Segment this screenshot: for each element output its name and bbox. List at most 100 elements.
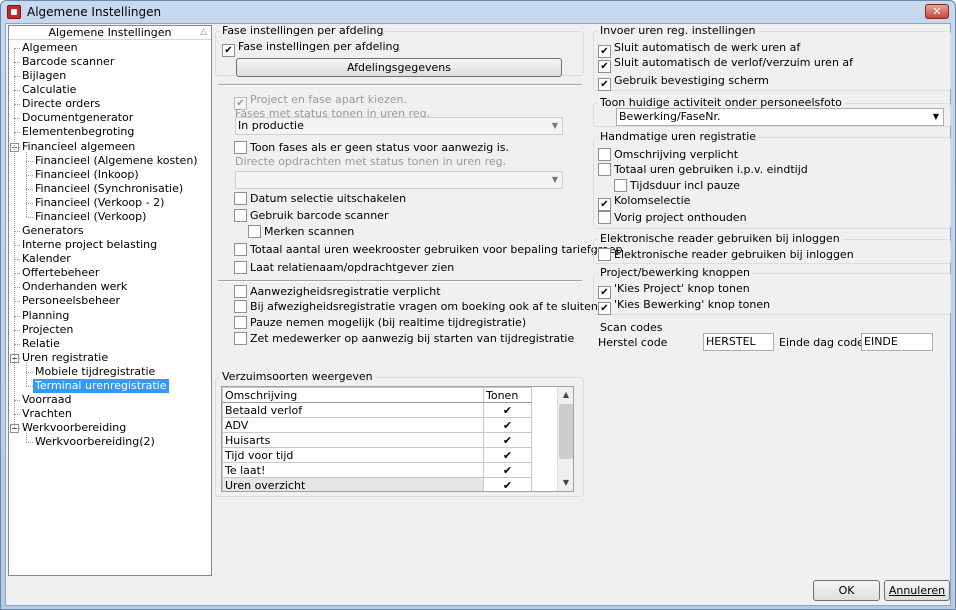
tree-item-label: Vrachten [22,407,72,421]
close-button[interactable]: ✕ [925,4,949,19]
fase-per-afdeling-checkbox[interactable]: ✔ Fase instellingen per afdeling [222,40,400,57]
verzuim-name-cell[interactable]: Huisarts [222,432,484,448]
reader-checkbox[interactable]: Elektronische reader gebruiken bij inlog… [598,248,854,262]
annuleren-button[interactable]: Annuleren [884,580,950,601]
ok-button[interactable]: OK [813,580,880,601]
tree-header[interactable]: Algemene Instellingen △ [9,26,211,40]
scroll-thumb[interactable] [559,404,573,459]
tree-item[interactable]: Relatie [20,337,62,351]
tree-item[interactable]: Financieel (Verkoop) [33,210,148,224]
tree-item[interactable]: Financieel (Synchronisatie) [33,182,185,196]
table-row[interactable]: Te laat! ✔ [222,462,532,478]
sluit-verlof-label: Sluit automatisch de verlof/verzuim uren… [614,56,854,69]
aanwezig-verplicht-box [234,285,247,298]
tree-item[interactable]: Documentgenerator [20,111,135,125]
herstel-code-input[interactable]: HERSTEL [703,333,774,351]
scroll-up-icon[interactable]: ▲ [558,387,573,403]
fase-per-afdeling-label: Fase instellingen per afdeling [238,40,400,53]
relatienaam-checkbox[interactable]: Laat relatienaam/opdrachtgever zien [234,261,454,275]
tree-item[interactable]: Mobiele tijdregistratie [33,365,157,379]
verzuim-grid[interactable]: Omschrijving Tonen Betaald verlof ✔ ADV ✔ Hu… [221,386,574,492]
activiteit-combo[interactable]: Bewerking/FaseNr. ▼ [616,108,944,126]
tree-item[interactable]: Directe orders [20,97,102,111]
tree-item[interactable]: Voorraad [20,393,73,407]
sluit-werk-label: Sluit automatisch de werk uren af [614,41,801,54]
zet-aanwezig-checkbox[interactable]: Zet medewerker op aanwezig bij starten v… [234,332,574,346]
verzuim-name-cell[interactable]: ADV [222,417,484,433]
tree-item[interactable]: Planning [20,309,71,323]
afdelingsgegevens-button[interactable]: Afdelingsgegevens [236,58,562,77]
col-omschrijving[interactable]: Omschrijving [222,387,484,403]
verzuim-tonen-checkbox[interactable]: ✔ [483,462,532,478]
kies-project-checkbox[interactable]: ✔ 'Kies Project' knop tonen [598,282,750,299]
tree-item[interactable]: Werkvoorbereiding [20,421,128,435]
table-row[interactable]: Uren overzicht ✔ [222,477,532,491]
tree-item[interactable]: Financieel (Inkoop) [33,168,141,182]
settings-tree[interactable]: Algemene Instellingen △ Algemeen Barcode … [8,25,212,576]
kies-bewerking-label: 'Kies Bewerking' knop tonen [614,298,771,311]
table-row[interactable]: Huisarts ✔ [222,432,532,448]
merken-scannen-checkbox[interactable]: Merken scannen [248,225,354,239]
bevestiging-checkbox[interactable]: ✔ Gebruik bevestiging scherm [598,74,769,91]
tree-item-label: Financieel algemeen [22,139,136,153]
tree-item[interactable]: Algemeen [20,41,80,55]
kies-bewerking-checkbox[interactable]: ✔ 'Kies Bewerking' knop tonen [598,298,771,315]
tree-item[interactable]: Calculatie [20,83,78,97]
tree-item[interactable]: Vrachten [20,407,74,421]
verzuim-tonen-checkbox[interactable]: ✔ [483,477,532,491]
verzuim-name-cell[interactable]: Te laat! [222,462,484,478]
tree-item[interactable]: Barcode scanner [20,55,116,69]
kolomselectie-checkbox[interactable]: ✔ Kolomselectie [598,194,690,211]
project-fase-apart-checkbox[interactable]: ✔ Project en fase apart kiezen. [234,93,407,110]
verzuim-name-cell[interactable]: Betaald verlof [222,402,484,418]
table-row[interactable]: ADV ✔ [222,417,532,433]
sluit-verlof-checkbox[interactable]: ✔ Sluit automatisch de verlof/verzuim ure… [598,56,854,73]
barcode-scanner-checkbox[interactable]: Gebruik barcode scanner [234,209,388,223]
totaal-uren-checkbox[interactable]: Totaal aantal uren weekrooster gebruiken… [234,243,623,257]
table-row[interactable]: Tijd voor tijd ✔ [222,447,532,463]
fases-combo[interactable]: In productie ▼ [235,117,563,135]
tree-item[interactable]: Projecten [20,323,75,337]
tree-item[interactable]: Financieel algemeen [20,140,137,154]
vorig-project-checkbox[interactable]: Vorig project onthouden [598,211,747,225]
tree-item[interactable]: Financieel (Verkoop - 2) [33,196,166,210]
verzuim-tonen-checkbox[interactable]: ✔ [483,417,532,433]
tree-item-label: Generators [22,224,84,238]
tree-item[interactable]: Werkvoorbereiding(2) [33,435,157,449]
tree-item[interactable]: Bijlagen [20,69,68,83]
verzuim-name-cell[interactable]: Uren overzicht [222,477,484,491]
einde-dag-input[interactable]: EINDE [861,333,933,351]
tree-item[interactable]: Generators [20,224,86,238]
verzuim-scrollbar[interactable]: ▲ ▼ [557,387,573,491]
tree-item[interactable]: Kalender [20,252,73,266]
scroll-down-icon[interactable]: ▼ [558,475,573,491]
tree-item[interactable]: Interne project belasting [20,238,159,252]
tree-item[interactable]: Onderhanden werk [20,280,129,294]
tijdsduur-checkbox[interactable]: Tijdsduur incl pauze [614,179,740,193]
tree-item[interactable]: Elementenbegroting [20,125,136,139]
omschrijving-verplicht-checkbox[interactable]: Omschrijving verplicht [598,148,738,162]
toon-fases-checkbox[interactable]: Toon fases als er geen status voor aanwe… [234,141,509,155]
aanwezig-verplicht-checkbox[interactable]: Aanwezigheidsregistratie verplicht [234,285,441,299]
pauze-checkbox[interactable]: Pauze nemen mogelijk (bij realtime tijdr… [234,316,526,330]
tree-item[interactable]: Terminal urenregistratie [33,378,169,393]
verzuim-tonen-checkbox[interactable]: ✔ [483,447,532,463]
verzuim-tonen-checkbox[interactable]: ✔ [483,432,532,448]
tree-item-label: Werkvoorbereiding [22,421,127,435]
tree-item[interactable]: Personeelsbeheer [20,294,122,308]
omschrijving-verplicht-box [598,148,611,161]
tree-item[interactable]: Financieel (Algemene kosten) [33,154,200,168]
tree-item[interactable]: Uren registratie [20,351,110,365]
tree-item[interactable]: Offertebeheer [20,266,101,280]
directe-combo[interactable]: ▼ [235,171,563,189]
kies-bewerking-box: ✔ [598,302,611,315]
title-bar[interactable]: Algemene Instellingen ✕ [1,1,955,23]
verzuim-tonen-checkbox[interactable]: ✔ [483,402,532,418]
verzuim-name-cell[interactable]: Tijd voor tijd [222,447,484,463]
col-tonen[interactable]: Tonen [483,387,532,403]
afwezig-vragen-checkbox[interactable]: Bij afwezigheidsregistratie vragen om bo… [234,300,598,314]
datum-selectie-checkbox[interactable]: Datum selectie uitschakelen [234,192,406,206]
totaal-uren-gebruiken-checkbox[interactable]: Totaal uren gebruiken i.p.v. eindtijd [598,163,808,177]
table-row[interactable]: Betaald verlof ✔ [222,402,532,418]
sluit-werk-checkbox[interactable]: ✔ Sluit automatisch de werk uren af [598,41,801,58]
